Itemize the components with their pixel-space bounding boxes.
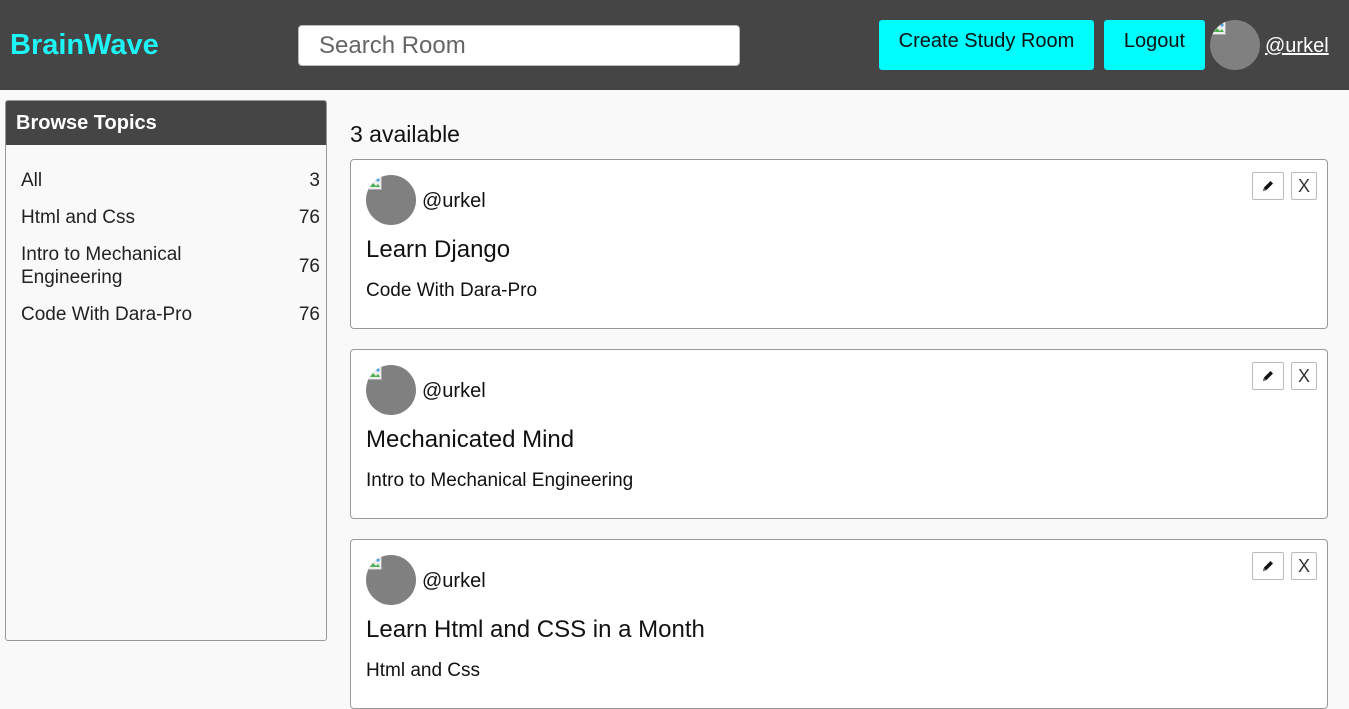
rooms-available-count: 3 available	[350, 121, 460, 147]
topic-name: All	[21, 170, 43, 191]
profile-link[interactable]: @urkel	[1265, 34, 1329, 58]
room-host-username[interactable]: @urkel	[422, 379, 486, 403]
room-topic: Intro to Mechanical Engineering	[366, 470, 634, 491]
topic-list: All 3 Html and Css 76 Intro to Mechanica…	[6, 145, 326, 326]
room-topic: Code With Dara-Pro	[366, 280, 538, 301]
topic-name: Intro to Mechanical Engineering	[21, 244, 182, 288]
avatar[interactable]	[366, 365, 416, 415]
room-card: @urkel X Learn Html and CSS in a Month H…	[350, 539, 1328, 709]
create-study-room-button[interactable]: Create Study Room	[879, 20, 1094, 70]
brand-logo[interactable]: BrainWave	[10, 27, 159, 63]
topic-item-all[interactable]: All 3	[6, 169, 326, 192]
topic-item-intro-to-mechanical-engineering[interactable]: Intro to Mechanical Engineering 76	[6, 243, 326, 289]
top-navbar: BrainWave Create Study Room Logout @urke…	[0, 0, 1349, 90]
room-feed: 3 available @urkel X Learn Django Code W…	[350, 120, 1328, 709]
edit-room-button[interactable]	[1252, 552, 1284, 580]
broken-image-icon	[368, 556, 382, 570]
delete-room-button[interactable]: X	[1291, 552, 1317, 580]
topic-count: 76	[298, 255, 320, 277]
topic-name: Code With Dara-Pro	[21, 304, 193, 325]
pencil-icon	[1263, 561, 1273, 571]
delete-room-button[interactable]: X	[1291, 362, 1317, 390]
room-host-username[interactable]: @urkel	[422, 189, 486, 213]
topic-name: Html and Css	[21, 207, 136, 228]
pencil-icon	[1263, 371, 1273, 381]
browse-topics-title: Browse Topics	[6, 101, 326, 145]
broken-image-icon	[368, 366, 382, 380]
delete-room-button[interactable]: X	[1291, 172, 1317, 200]
search-room-input[interactable]	[298, 25, 740, 66]
room-topic: Html and Css	[366, 660, 481, 681]
edit-room-button[interactable]	[1252, 172, 1284, 200]
room-title[interactable]: Learn Html and CSS in a Month	[366, 615, 705, 645]
topic-count: 76	[298, 207, 320, 228]
broken-image-icon	[368, 176, 382, 190]
room-card: @urkel X Mechanicated Mind Intro to Mech…	[350, 349, 1328, 519]
topic-count: 3	[309, 170, 320, 191]
room-title[interactable]: Learn Django	[366, 235, 510, 265]
broken-image-icon	[1212, 21, 1226, 35]
logout-button[interactable]: Logout	[1104, 20, 1205, 70]
browse-topics-panel: Browse Topics All 3 Html and Css 76 Intr…	[5, 100, 327, 641]
pencil-icon	[1263, 181, 1273, 191]
avatar[interactable]	[1210, 20, 1260, 70]
room-title[interactable]: Mechanicated Mind	[366, 425, 574, 455]
topic-item-code-with-dara-pro[interactable]: Code With Dara-Pro 76	[6, 303, 326, 326]
room-card: @urkel X Learn Django Code With Dara-Pro	[350, 159, 1328, 329]
avatar[interactable]	[366, 175, 416, 225]
topic-item-html-and-css[interactable]: Html and Css 76	[6, 206, 326, 229]
topic-count: 76	[298, 304, 320, 325]
room-host-username[interactable]: @urkel	[422, 569, 486, 593]
edit-room-button[interactable]	[1252, 362, 1284, 390]
avatar[interactable]	[366, 555, 416, 605]
